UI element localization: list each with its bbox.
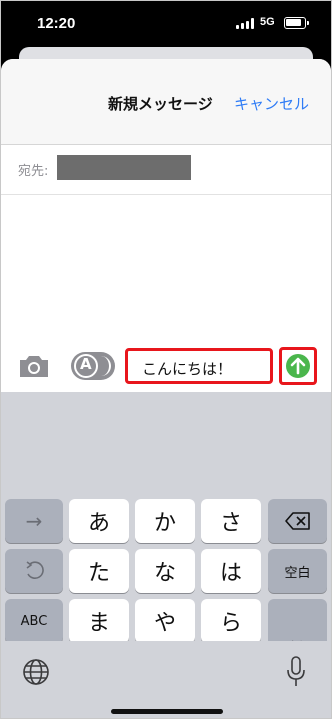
message-input[interactable]: こんにちは！	[125, 348, 273, 384]
status-time: 12:20	[37, 15, 76, 32]
page-title: 新規メッセージ	[108, 95, 213, 113]
sheet-header: 新規メッセージ キャンセル	[1, 59, 331, 145]
signal-icon	[236, 18, 254, 29]
backspace-key[interactable]	[268, 499, 327, 543]
key-ka[interactable]: か	[135, 499, 195, 543]
input-bar: A こんにちは！	[1, 339, 331, 395]
camera-icon[interactable]	[17, 352, 51, 380]
undo-key[interactable]	[5, 549, 63, 593]
key-ta[interactable]: た	[69, 549, 129, 593]
send-button[interactable]	[286, 354, 310, 378]
phone-frame: 12:20 5G 新規メッセージ キャンセル 宛先: A こんにちは！ → あ …	[0, 0, 332, 719]
recipient-row: 宛先:	[1, 145, 331, 195]
arrow-up-icon	[290, 357, 306, 375]
recipient-label: 宛先:	[18, 164, 49, 179]
space-key[interactable]: 空白	[268, 549, 327, 593]
abc-key[interactable]: ABC	[5, 599, 63, 643]
cancel-button[interactable]: キャンセル	[234, 93, 309, 114]
undo-icon	[26, 561, 44, 579]
globe-icon[interactable]	[21, 657, 51, 687]
key-ra[interactable]: ら	[201, 599, 261, 643]
recipient-field-redacted[interactable]	[57, 155, 191, 180]
key-a[interactable]: あ	[69, 499, 129, 543]
send-button-highlight	[279, 347, 317, 385]
key-ha[interactable]: は	[201, 549, 261, 593]
message-input-text: こんにちは！	[142, 360, 233, 378]
key-next[interactable]: →	[5, 499, 63, 543]
home-indicator	[111, 709, 223, 714]
backspace-icon	[284, 512, 310, 530]
key-ma[interactable]: ま	[69, 599, 129, 643]
key-sa[interactable]: さ	[201, 499, 261, 543]
microphone-icon[interactable]	[285, 655, 307, 689]
key-na[interactable]: な	[135, 549, 195, 593]
status-bar: 12:20 5G	[1, 1, 331, 41]
key-ya[interactable]: や	[135, 599, 195, 643]
new-message-sheet: 新規メッセージ キャンセル 宛先: A こんにちは！ → あ か さ た な は…	[1, 59, 331, 718]
app-store-icon[interactable]: A	[71, 352, 115, 380]
battery-icon	[284, 17, 309, 29]
network-type: 5G	[260, 16, 275, 28]
keyboard-accessory-bar	[1, 641, 331, 718]
